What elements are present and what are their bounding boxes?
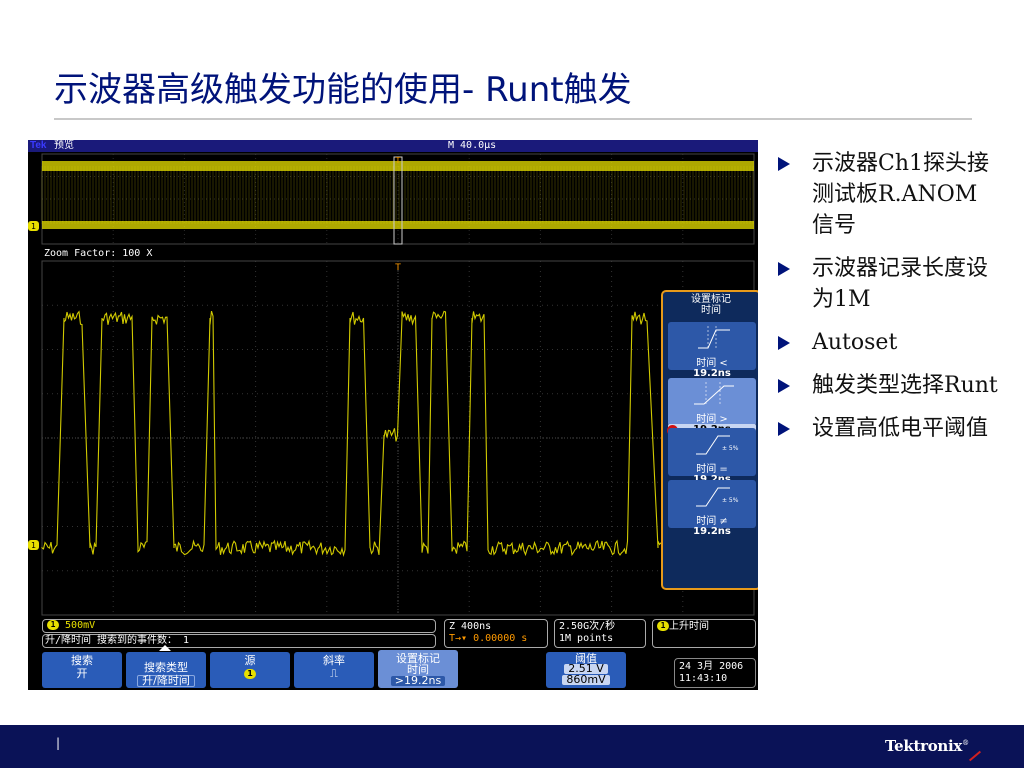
menu-option-time-greater[interactable]: 时间 > 19.2ns a bbox=[667, 378, 756, 436]
record-length: 1M points bbox=[559, 633, 614, 644]
button-line2: 1 bbox=[210, 668, 290, 680]
button-line1: 源 bbox=[244, 654, 256, 667]
trigger-type-readout: 1 上升时间 bbox=[657, 621, 709, 633]
menu-title-line2: 时间 bbox=[701, 305, 721, 316]
zoom-factor-label: Zoom Factor: 100 X bbox=[44, 248, 153, 259]
bullet-item: 示波器记录长度设为1M bbox=[778, 253, 998, 315]
bullet-list: 示波器Ch1探头接测试板R.ANOM信号 示波器记录长度设为1M Autoset… bbox=[778, 148, 998, 456]
time-display: 11:43:10 bbox=[679, 673, 728, 684]
tolerance-note: ± 5% bbox=[722, 497, 739, 504]
time-less-icon bbox=[698, 326, 730, 350]
trigger-position-readout: T→▾ 0.00000 s bbox=[449, 633, 527, 645]
trigger-position-value: 0.00000 s bbox=[473, 633, 528, 644]
sample-rate: 2.50G次/秒 bbox=[559, 621, 616, 632]
zoom-ch1-label: 1 bbox=[31, 541, 36, 550]
time-greater-icon bbox=[694, 382, 734, 406]
bullet-item: 设置高低电平阈值 bbox=[778, 413, 998, 444]
button-line3: 860mV bbox=[546, 674, 626, 685]
oscilloscope-screenshot: T1T1 Tek 预览 M 40.0µs Zoom Factor: 100 X … bbox=[28, 140, 758, 690]
acquisition-readout-box[interactable]: 2.50G次/秒 1M points bbox=[554, 619, 646, 648]
ch1-scale-readout: 1 500mV bbox=[47, 620, 95, 632]
button-line1: 搜索 bbox=[71, 654, 93, 667]
date-display: 24 3月 2006 bbox=[679, 661, 744, 672]
zoom-trigger-icon: T bbox=[394, 263, 401, 273]
trigger-readout-box[interactable]: 1 上升时间 bbox=[652, 619, 756, 648]
footer-bar: | Tektronix® bbox=[0, 725, 1024, 768]
registered-mark: ® bbox=[962, 739, 969, 747]
overview-ch1-label: 1 bbox=[31, 222, 36, 231]
menu-title-line1: 设置标记 bbox=[691, 294, 731, 305]
horizontal-scale: Z 400ns bbox=[449, 621, 492, 632]
time-equal-icon: ± 5% bbox=[696, 435, 739, 455]
threshold-button[interactable]: 阈值 2.51 V 860mV bbox=[546, 652, 626, 688]
source-button[interactable]: 源 1 bbox=[210, 652, 290, 688]
trigger-source-badge: 1 bbox=[657, 621, 669, 631]
scope-brand: Tek bbox=[30, 140, 47, 151]
slope-button[interactable]: 斜率 ⎍ bbox=[294, 652, 374, 688]
search-result-box: 升/降时间 搜索到的事件数： 1 bbox=[42, 634, 436, 648]
bullet-arrow-icon bbox=[778, 157, 790, 171]
bullet-text: 设置高低电平阈值 bbox=[812, 416, 989, 441]
source-channel-badge: 1 bbox=[244, 669, 256, 679]
trigger-position-icon: T→▾ bbox=[449, 633, 468, 644]
zoom-waveform-trace bbox=[41, 310, 662, 557]
time-not-equal-icon: ± 5% bbox=[696, 487, 739, 507]
button-line1: 搜索类型 bbox=[144, 661, 188, 674]
record-timescale: M 40.0µs bbox=[448, 140, 497, 151]
menu-title: 设置标记 时间 bbox=[663, 294, 758, 316]
bullet-text: 示波器Ch1探头接测试板R.ANOM信号 bbox=[812, 151, 989, 238]
threshold-low-value: 860mV bbox=[562, 674, 610, 685]
bullet-text: 示波器记录长度设为1M bbox=[812, 256, 989, 312]
mark-time-button[interactable]: 设置标记 时间 >19.2ns bbox=[378, 650, 458, 688]
button-line2: 开 bbox=[76, 667, 88, 680]
search-button[interactable]: 搜索 开 bbox=[42, 652, 122, 688]
ch1-badge: 1 bbox=[47, 620, 59, 630]
bullet-item: Autoset bbox=[778, 327, 998, 358]
slide-title: 示波器高级触发功能的使用- Runt触发 bbox=[54, 70, 632, 110]
button-line1: 斜率 bbox=[323, 654, 345, 667]
brand-logo-text: Tektronix bbox=[885, 737, 963, 755]
scope-display: T 1 T 1 bbox=[28, 153, 755, 616]
bullet-text: Autoset bbox=[812, 330, 898, 355]
ch1-scale-value: 500mV bbox=[65, 620, 96, 631]
title-divider bbox=[54, 118, 972, 120]
bullet-arrow-icon bbox=[778, 422, 790, 436]
bullet-arrow-icon bbox=[778, 379, 790, 393]
bullet-item: 示波器Ch1探头接测试板R.ANOM信号 bbox=[778, 148, 998, 241]
search-type-button[interactable]: 搜索类型 升/降时间 bbox=[126, 645, 206, 688]
logo-swoosh bbox=[968, 750, 982, 762]
horizontal-readout-box[interactable]: Z 400ns T→▾ 0.00000 s bbox=[444, 619, 548, 648]
tolerance-note: ± 5% bbox=[722, 445, 739, 452]
bullet-arrow-icon bbox=[778, 262, 790, 276]
mark-time-menu: 设置标记 时间 时间 < 19.2ns 时间 > 19.2ns a ± 5% 时… bbox=[661, 290, 758, 590]
menu-option-value: 19.2ns bbox=[693, 526, 731, 537]
scope-mode-label: 预览 bbox=[54, 140, 74, 151]
scope-header-bar bbox=[28, 140, 758, 152]
menu-option-time-less[interactable]: 时间 < 19.2ns bbox=[668, 322, 756, 379]
ch1-scale-box[interactable]: 1 500mV bbox=[42, 619, 436, 633]
page-marker: | bbox=[56, 736, 61, 750]
rising-slope-icon: ⎍ bbox=[330, 667, 338, 680]
search-type-value: 升/降时间 bbox=[137, 675, 195, 687]
menu-option-time-equal[interactable]: ± 5% 时间 = 19.2ns bbox=[668, 428, 756, 485]
overview-trace-low bbox=[42, 221, 754, 229]
brand-logo: Tektronix® bbox=[885, 737, 969, 755]
mark-time-value: >19.2ns bbox=[390, 675, 446, 686]
trigger-type-value: 上升时间 bbox=[669, 621, 709, 632]
menu-option-time-not-equal[interactable]: ± 5% 时间 ≠ 19.2ns bbox=[668, 480, 756, 537]
bullet-arrow-icon bbox=[778, 336, 790, 350]
button-line2: 升/降时间 bbox=[126, 675, 206, 687]
chevron-up-icon bbox=[159, 645, 171, 651]
bullet-text: 触发类型选择Runt bbox=[812, 373, 998, 398]
date-time-box: 24 3月 2006 11:43:10 bbox=[674, 658, 756, 688]
overview-trigger-icon: T bbox=[395, 156, 401, 165]
bullet-item: 触发类型选择Runt bbox=[778, 370, 998, 401]
button-line3: >19.2ns bbox=[378, 675, 458, 686]
